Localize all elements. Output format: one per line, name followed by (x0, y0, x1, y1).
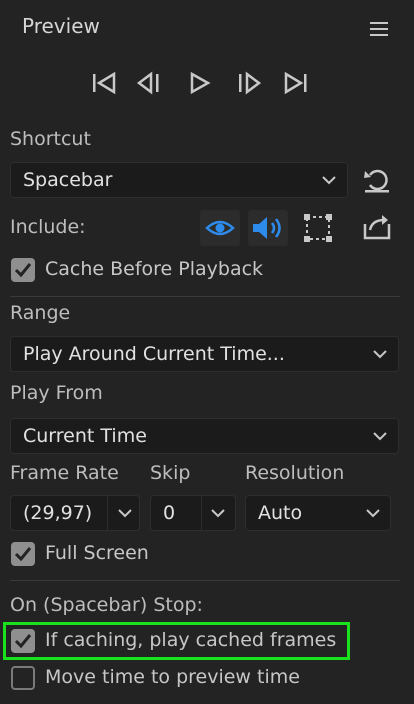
cache-before-playback-label: Cache Before Playback (45, 258, 264, 280)
play-icon[interactable] (186, 70, 214, 96)
shortcut-label: Shortcut (10, 128, 91, 150)
chevron-down-icon (373, 350, 387, 359)
chevron-down-icon (211, 509, 225, 518)
frame-rate-dropdown[interactable]: (29,97) (10, 495, 140, 531)
skip-value: 0 (163, 502, 176, 524)
play-from-value: Current Time (23, 425, 147, 447)
export-icon[interactable] (362, 212, 392, 240)
include-audio-toggle[interactable] (248, 210, 288, 246)
include-label: Include: (10, 216, 86, 238)
chevron-down-icon (118, 509, 132, 518)
checkmark-icon (14, 263, 32, 278)
chevron-down-icon (373, 432, 387, 441)
skip-dropdown[interactable]: 0 (150, 495, 236, 531)
include-video-toggle[interactable] (200, 210, 240, 246)
resolution-dropdown[interactable]: Auto (245, 495, 391, 531)
resolution-label: Resolution (245, 462, 345, 484)
chevron-down-icon (366, 509, 380, 518)
if-caching-label: If caching, play cached frames (45, 629, 337, 651)
frame-rate-label: Frame Rate (10, 462, 119, 484)
next-frame-icon[interactable] (234, 70, 262, 96)
chevron-down-icon (322, 176, 336, 185)
range-value: Play Around Current Time... (23, 343, 285, 365)
audio-speaker-icon (253, 217, 281, 239)
divider (10, 296, 400, 297)
if-caching-checkbox[interactable] (11, 629, 35, 653)
play-from-dropdown[interactable]: Current Time (10, 418, 399, 454)
move-time-label: Move time to preview time (45, 666, 300, 688)
divider (10, 580, 400, 581)
overlays-icon[interactable] (302, 212, 334, 244)
previous-frame-icon[interactable] (136, 70, 164, 96)
stop-section-label: On (Spacebar) Stop: (10, 594, 203, 616)
checkmark-icon (14, 547, 32, 562)
full-screen-label: Full Screen (45, 542, 149, 564)
shortcut-value: Spacebar (23, 169, 113, 191)
checkmark-icon (14, 634, 32, 649)
last-frame-icon[interactable] (282, 70, 310, 96)
play-from-label: Play From (10, 382, 103, 404)
first-frame-icon[interactable] (90, 70, 118, 96)
move-time-checkbox[interactable] (11, 666, 35, 690)
frame-rate-value: (29,97) (23, 502, 93, 524)
full-screen-checkbox[interactable] (11, 542, 35, 566)
panel-title: Preview (22, 14, 100, 38)
range-label: Range (10, 302, 71, 324)
reset-shortcut-icon[interactable] (362, 166, 392, 194)
range-dropdown[interactable]: Play Around Current Time... (10, 336, 399, 372)
cache-before-playback-checkbox[interactable] (11, 258, 35, 282)
video-eye-icon (205, 220, 235, 236)
shortcut-dropdown[interactable]: Spacebar (10, 162, 348, 198)
hamburger-menu-icon[interactable] (370, 21, 388, 37)
skip-label: Skip (150, 462, 191, 484)
resolution-value: Auto (258, 502, 303, 524)
